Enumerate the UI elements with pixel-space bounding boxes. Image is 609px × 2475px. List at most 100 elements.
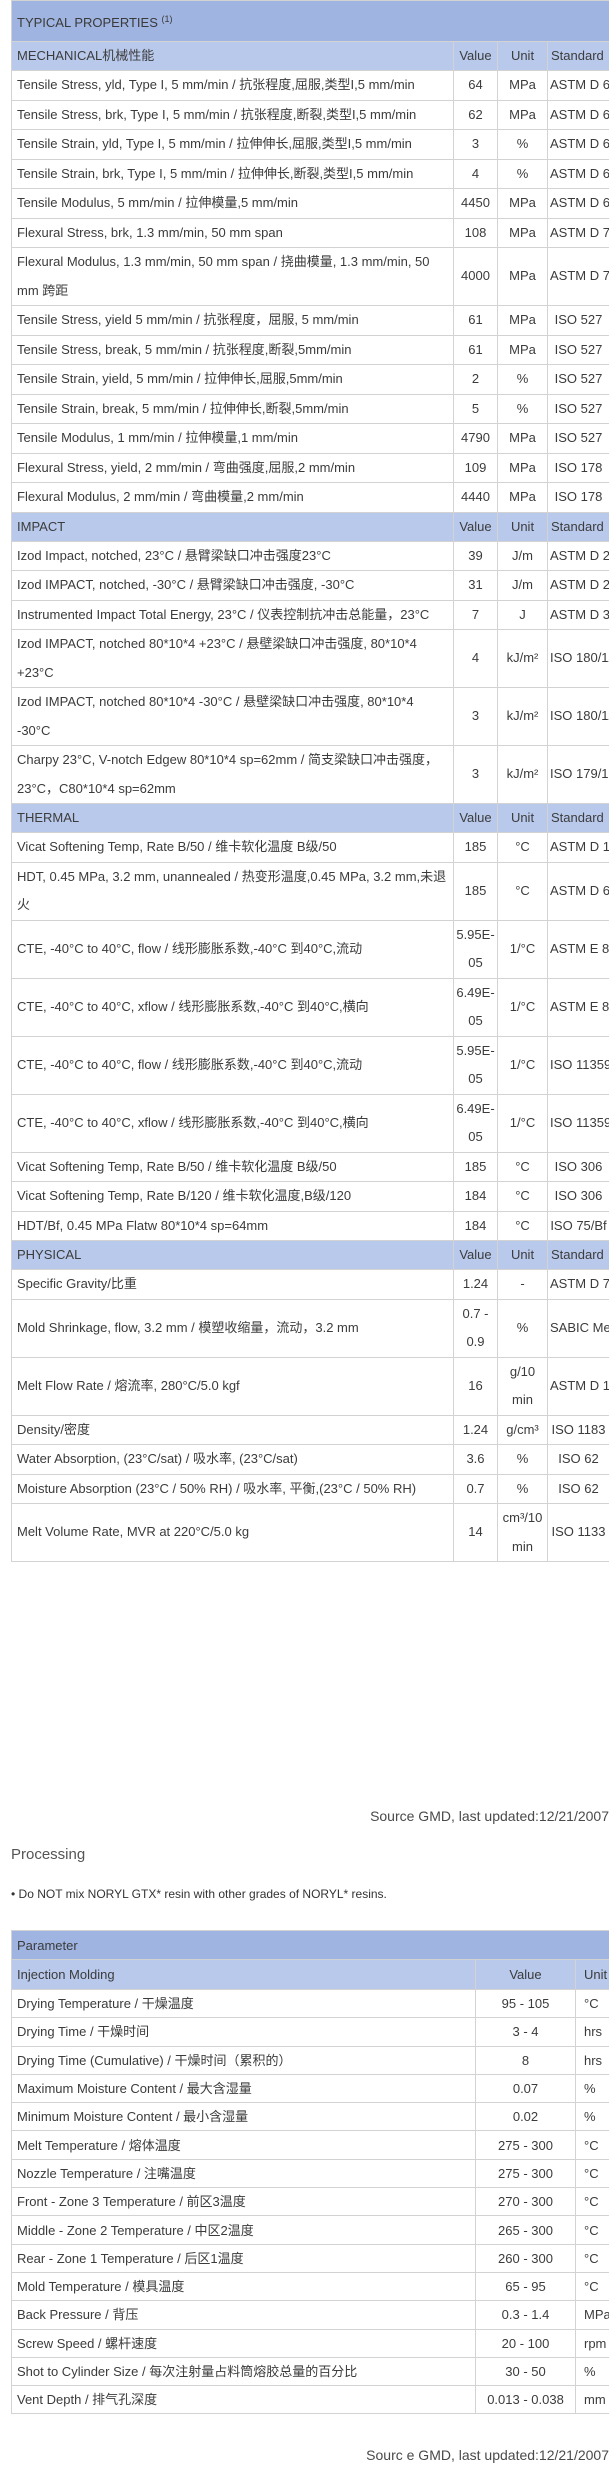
- property-value: 3.6: [453, 1444, 498, 1475]
- source-note: Source GMD, last updated:12/21/2007: [370, 1808, 609, 1824]
- table-row: Vicat Softening Temp, Rate B/120 / 维卡软化温…: [11, 1181, 609, 1212]
- section-name: THERMAL: [11, 803, 454, 833]
- property-name: Tensile Strain, yield, 5 mm/min / 拉伸伸长,屈…: [11, 364, 454, 395]
- parameter-unit: MPa: [574, 2300, 609, 2330]
- property-value: 0.7 - 0.9: [453, 1298, 498, 1358]
- property-standard: ISO 178: [547, 482, 609, 513]
- column-header-standard: Standard: [547, 1240, 609, 1270]
- property-value: 3: [453, 745, 498, 804]
- property-unit: MPa: [497, 452, 548, 483]
- property-standard: ISO 11359-2: [547, 1035, 609, 1095]
- table-row: Tensile Stress, yld, Type I, 5 mm/min / …: [11, 70, 609, 101]
- parameter-value: 0.02: [475, 2102, 576, 2132]
- table-row: Screw Speed / 螺杆速度 20 - 100 rpm: [11, 2328, 609, 2358]
- parameter-value: 265 - 300: [475, 2215, 576, 2245]
- property-value: 39: [453, 540, 498, 571]
- column-header-unit: Unit: [497, 41, 548, 71]
- property-name: CTE, -40°C to 40°C, xflow / 线形膨胀系数,-40°C…: [11, 1093, 454, 1153]
- parameter-value: 275 - 300: [475, 2130, 576, 2160]
- table-row: Vent Depth / 排气孔深度 0.013 - 0.038 mm: [11, 2385, 609, 2415]
- table-row: Tensile Strain, break, 5 mm/min / 拉伸伸长,断…: [11, 393, 609, 424]
- property-unit: -: [497, 1269, 548, 1300]
- property-value: 5: [453, 393, 498, 424]
- table-row: Tensile Stress, brk, Type I, 5 mm/min / …: [11, 99, 609, 130]
- table-row: Tensile Modulus, 5 mm/min / 拉伸模量,5 mm/mi…: [11, 188, 609, 219]
- property-unit: °C: [497, 832, 548, 863]
- parameter-value: 20 - 100: [475, 2328, 576, 2358]
- property-standard: ASTM D 790: [547, 247, 609, 306]
- parameter-name: Drying Time / 干燥时间: [11, 2017, 476, 2047]
- property-standard: ASTM D 638: [547, 188, 609, 219]
- column-header-value: Value: [475, 1959, 576, 1990]
- property-value: 184: [453, 1181, 498, 1212]
- property-unit: °C: [497, 1181, 548, 1212]
- property-standard: ASTM E 831: [547, 919, 609, 979]
- property-name: Izod IMPACT, notched, -30°C / 悬臂梁缺口冲击强度,…: [11, 570, 454, 601]
- parameter-unit: rpm: [574, 2328, 609, 2358]
- parameter-unit: hrs: [574, 2017, 609, 2047]
- property-standard: ISO 527: [547, 305, 609, 336]
- parameter-header-row: Parameter: [10, 1930, 609, 1960]
- table-row: CTE, -40°C to 40°C, flow / 线形膨胀系数,-40°C …: [11, 919, 609, 979]
- column-header-unit: Unit: [497, 511, 548, 542]
- property-standard: ISO 75/Bf: [547, 1210, 609, 1241]
- property-value: 3: [453, 687, 498, 746]
- table-row: Melt Flow Rate / 熔流率, 280°C/5.0 kgf 16 g/1…: [11, 1356, 609, 1416]
- property-value: 3: [453, 129, 498, 160]
- table-row: Melt Temperature / 熔体温度 275 - 300 °C: [11, 2130, 609, 2160]
- property-unit: °C: [497, 861, 548, 921]
- property-standard: ISO 1183: [547, 1414, 609, 1445]
- table-row: Drying Time / 干燥时间 3 - 4 hrs: [11, 2017, 609, 2047]
- table-row: Shot to Cylinder Size / 每次注射量占料筒熔胶总量的百分比…: [11, 2356, 609, 2387]
- property-standard: ISO 62: [547, 1444, 609, 1475]
- property-value: 185: [453, 832, 498, 863]
- table-row: Flexural Stress, brk, 1.3 mm/min, 50 mm …: [11, 217, 609, 248]
- section-header-row: MECHANICAL机械性能 Value Unit Standard: [11, 41, 609, 71]
- property-name: CTE, -40°C to 40°C, flow / 线形膨胀系数,-40°C …: [11, 919, 454, 979]
- parameter-value: 30 - 50: [475, 2356, 576, 2387]
- table-row: Minimum Moisture Content / 最小含湿量 0.02%: [11, 2102, 609, 2132]
- parameter-unit: °C: [574, 2158, 609, 2189]
- table-row: Vicat Softening Temp, Rate B/50 / 维卡软化温度…: [11, 1151, 609, 1182]
- property-unit: MPa: [497, 423, 548, 454]
- property-unit: MPa: [497, 99, 548, 130]
- table-row: Flexural Stress, yield, 2 mm/min / 弯曲强度,…: [11, 452, 609, 483]
- parameter-name: Melt Temperature / 熔体温度: [11, 2130, 476, 2160]
- property-value: 4440: [453, 482, 498, 513]
- parameter-name: Shot to Cylinder Size / 每次注射量占料筒熔胶总量的百分比: [11, 2356, 476, 2387]
- parameter-value: 3 - 4: [475, 2017, 576, 2047]
- property-standard: ASTM E 831: [547, 977, 609, 1037]
- table-row: Tensile Stress, break, 5 mm/min / 抗张程度,断…: [11, 334, 609, 365]
- property-unit: MPa: [497, 247, 548, 306]
- injection-molding-section-row: Injection Molding Value Unit: [11, 1959, 609, 1990]
- table-row: Instrumented Impact Total Energy, 23°C /…: [11, 599, 609, 630]
- property-standard: ASTM D 3763: [547, 599, 609, 630]
- table-row: HDT, 0.45 MPa, 3.2 mm, unannealed / 热变形温…: [11, 861, 609, 921]
- property-unit: %: [497, 364, 548, 395]
- section-name: IMPACT: [11, 511, 454, 542]
- parameter-name: Back Pressure / 背压: [11, 2300, 476, 2330]
- property-value: 61: [453, 334, 498, 365]
- property-unit: g/cm³: [497, 1414, 548, 1445]
- property-name: Mold Shrinkage, flow, 3.2 mm / 模塑收缩量，流动，…: [11, 1298, 454, 1358]
- parameter-value: 0.3 - 1.4: [475, 2300, 576, 2330]
- section-name: PHYSICAL: [11, 1240, 454, 1270]
- parameter-value: 95 - 105: [475, 1988, 576, 2019]
- property-unit: 1/°C: [497, 1035, 548, 1095]
- column-header-value: Value: [453, 1240, 498, 1270]
- table-row: HDT/Bf, 0.45 MPa Flatw 80*10*4 sp=64mm 18…: [11, 1210, 609, 1241]
- property-name: Vicat Softening Temp, Rate B/50 / 维卡软化温度…: [11, 832, 454, 863]
- property-name: Density/密度: [11, 1414, 454, 1445]
- property-standard: ASTM D 1525: [547, 832, 609, 863]
- section-header-row: THERMAL Value Unit Standard: [11, 803, 609, 833]
- property-value: 4: [453, 629, 498, 688]
- parameter-value: 0.013 - 0.038: [475, 2385, 576, 2415]
- parameter-value: 275 - 300: [475, 2158, 576, 2189]
- column-header-unit: Unit: [497, 803, 548, 833]
- property-standard: ISO 527: [547, 364, 609, 395]
- property-name: Specific Gravity/比重: [11, 1269, 454, 1300]
- table-row: Izod IMPACT, notched 80*10*4 -30°C / 悬壁梁…: [11, 687, 609, 746]
- property-unit: %: [497, 129, 548, 160]
- property-value: 1.24: [453, 1414, 498, 1445]
- column-header-value: Value: [453, 41, 498, 71]
